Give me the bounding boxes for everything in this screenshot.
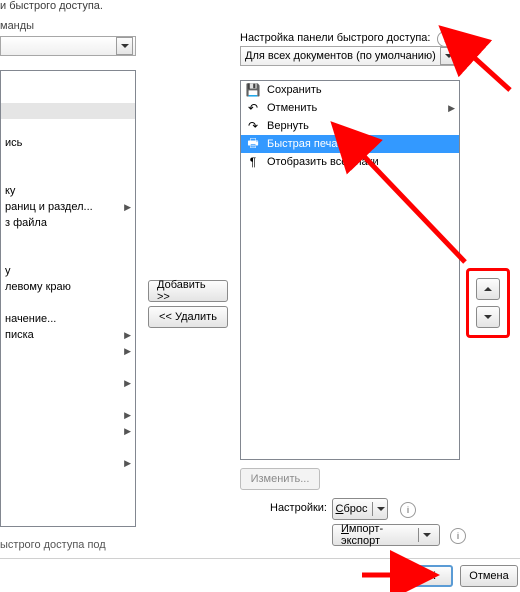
info-icon[interactable]: i (400, 502, 416, 518)
pilcrow-icon: ¶ (245, 154, 261, 170)
list-item[interactable]: ↷ Вернуть (241, 117, 459, 135)
ok-button[interactable]: ОК (403, 565, 453, 587)
chevron-down-icon[interactable] (372, 502, 385, 516)
available-commands-list[interactable]: ись кураниц и раздел...▶з файла улевому кр… (0, 70, 136, 527)
list-item[interactable] (1, 471, 135, 487)
list-item[interactable] (1, 391, 135, 407)
list-item[interactable] (1, 295, 135, 311)
list-item[interactable]: 💾 Сохранить (241, 81, 459, 99)
list-item[interactable]: ись (1, 135, 135, 151)
list-item[interactable] (1, 151, 135, 167)
info-icon[interactable]: i (450, 528, 466, 544)
annotation-arrow (460, 40, 520, 103)
redo-icon: ↷ (245, 118, 261, 134)
list-item-label: Вернуть (267, 120, 309, 132)
undo-icon: ↶ (245, 100, 261, 116)
list-item-label: Сохранить (267, 84, 322, 96)
chevron-up-icon (484, 287, 492, 291)
cancel-button[interactable]: Отмена (460, 565, 518, 587)
commands-category-combo[interactable] (0, 36, 136, 56)
chevron-right-icon: ▶ (124, 458, 131, 469)
list-item[interactable]: з файла (1, 215, 135, 231)
page-title-fragment: и быстрого доступа. (0, 0, 520, 14)
list-item[interactable]: ¶ Отобразить все знаки (241, 153, 459, 171)
list-item[interactable]: ▶ (1, 455, 135, 471)
chevron-right-icon: ▶ (124, 330, 131, 341)
qat-commands-list[interactable]: 💾 Сохранить ↶ Отменить ▶ ↷ Вернуть 🖶 Быстрая печ… (240, 80, 460, 460)
import-export-button[interactable]: Импорт-экспорт (332, 524, 440, 546)
chevron-right-icon: ▶ (124, 378, 131, 389)
list-item[interactable]: левому краю (1, 279, 135, 295)
chevron-right-icon: ▶ (124, 202, 131, 213)
list-item[interactable] (1, 103, 135, 119)
chevron-right-icon: ▶ (448, 103, 455, 114)
list-item[interactable]: ▶ (1, 343, 135, 359)
list-item[interactable] (1, 119, 135, 135)
combo-value: Для всех документов (по умолчанию) (245, 50, 436, 62)
chevron-right-icon: ▶ (124, 410, 131, 421)
list-item-label: Отобразить все знаки (267, 156, 379, 168)
chevron-right-icon: ▶ (124, 346, 131, 357)
list-item[interactable]: писка▶ (1, 327, 135, 343)
list-item[interactable] (1, 487, 135, 503)
qat-target-label: Настройка панели быстрого доступа: (240, 32, 430, 44)
list-item[interactable]: ку (1, 183, 135, 199)
remove-button[interactable]: << Удалить (148, 306, 228, 328)
move-down-button[interactable] (476, 306, 500, 328)
reorder-buttons-highlight (466, 268, 510, 338)
settings-label: Настройки: (270, 502, 327, 514)
list-item-label: Быстрая печать (267, 138, 348, 150)
divider (0, 558, 520, 559)
list-item[interactable] (1, 247, 135, 263)
list-item[interactable] (1, 503, 135, 519)
list-item[interactable]: ▶ (1, 407, 135, 423)
left-combo-label: манды (0, 20, 34, 32)
list-item[interactable]: раниц и раздел...▶ (1, 199, 135, 215)
qat-target-combo[interactable]: Для всех документов (по умолчанию) (240, 46, 460, 66)
reset-button[interactable]: Сброс (332, 498, 388, 520)
list-item[interactable]: ↶ Отменить ▶ (241, 99, 459, 117)
list-item[interactable] (1, 439, 135, 455)
list-item-label: Отменить (267, 102, 317, 114)
reset-button-label: Сброс (336, 503, 368, 515)
move-up-button[interactable] (476, 278, 500, 300)
list-item[interactable]: у (1, 263, 135, 279)
list-item[interactable] (1, 519, 135, 527)
chevron-right-icon: ▶ (124, 426, 131, 437)
list-item[interactable]: 🖶 Быстрая печать (241, 135, 459, 153)
chevron-down-icon (484, 315, 492, 319)
list-item[interactable]: начение... (1, 311, 135, 327)
chevron-down-icon[interactable] (418, 528, 431, 542)
footer-text-fragment: ыстрого доступа под (0, 539, 106, 551)
list-item[interactable] (1, 167, 135, 183)
list-item[interactable] (1, 231, 135, 247)
info-icon[interactable]: i (437, 31, 453, 47)
list-item[interactable]: ▶ (1, 423, 135, 439)
list-item[interactable] (1, 359, 135, 375)
add-button[interactable]: Добавить >> (148, 280, 228, 302)
modify-button: Изменить... (240, 468, 320, 490)
save-icon: 💾 (245, 82, 261, 98)
print-icon: 🖶 (245, 136, 261, 152)
list-item[interactable]: ▶ (1, 375, 135, 391)
import-export-label: Импорт-экспорт (341, 523, 414, 547)
chevron-down-icon[interactable] (440, 47, 457, 65)
chevron-down-icon[interactable] (116, 37, 133, 55)
